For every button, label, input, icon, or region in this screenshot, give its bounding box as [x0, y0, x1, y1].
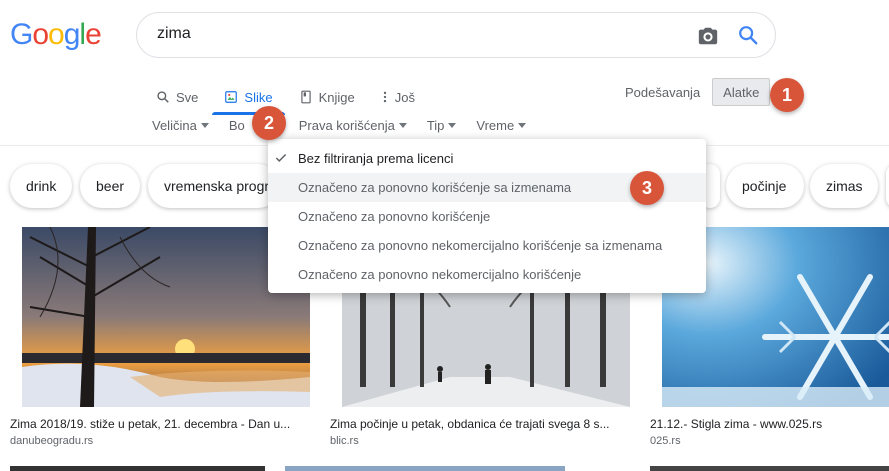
chip[interactable]: vremenska progr — [148, 164, 280, 208]
chip[interactable]: počinje — [726, 164, 804, 208]
search-tabs: Sve Slike Knjige Još — [156, 82, 441, 115]
search-icon — [157, 91, 169, 103]
result-caption[interactable]: Zima 2018/19. stiže u petak, 21. decembr… — [10, 417, 310, 431]
chip-label: drink — [26, 178, 57, 194]
color-filter[interactable]: Bo — [229, 118, 245, 133]
annotation-badge: 3 — [630, 171, 664, 205]
tab-knjige[interactable]: Knjige — [299, 82, 355, 112]
tools-toolbar: Veličina Bo Prava korišćenja Tip Vreme — [152, 118, 546, 133]
image-result[interactable]: Zima 2018/19. stiže u petak, 21. decembr… — [10, 227, 310, 447]
dropdown-item[interactable]: Označeno za ponovno korišćenje — [268, 202, 706, 231]
chip-label: zimas — [826, 178, 863, 194]
result-caption[interactable]: Zima počinje u petak, obdanica će trajat… — [330, 417, 630, 431]
settings-link[interactable]: Podešavanja — [625, 85, 700, 100]
filter-label: Vreme — [476, 118, 515, 133]
dropdown-item[interactable]: Označeno za ponovno nekomercijalno koriš… — [268, 260, 706, 289]
search-icon[interactable] — [737, 24, 759, 46]
logo-letter: g — [63, 18, 81, 51]
tab-sve[interactable]: Sve — [156, 82, 198, 112]
book-icon — [300, 90, 311, 104]
result-image[interactable] — [10, 227, 310, 407]
right-tools: Podešavanja Alatke — [625, 78, 771, 106]
caret-down-icon — [398, 123, 407, 128]
more-vert-icon — [383, 91, 386, 103]
chip[interactable]: zimas — [810, 164, 878, 208]
result-source[interactable]: 025.rs — [650, 435, 889, 447]
tab-label: Knjige — [318, 89, 355, 105]
chip-label: beer — [96, 178, 125, 194]
result-source[interactable]: blic.rs — [330, 435, 630, 447]
caret-down-icon — [448, 123, 457, 128]
dropdown-item-label: Bez filtriranja prema licenci — [298, 151, 454, 166]
usage-rights-filter[interactable]: Prava korišćenja — [299, 118, 407, 133]
filter-label: Veličina — [152, 118, 197, 133]
caret-down-icon — [518, 123, 527, 128]
chip[interactable]: drink — [10, 164, 72, 208]
logo-letter: o — [32, 18, 49, 51]
caret-down-icon — [200, 123, 209, 128]
dropdown-item-label: Označeno za ponovno nekomercijalno koriš… — [298, 267, 582, 282]
annotation-badge: 1 — [770, 78, 804, 112]
result-image[interactable] — [10, 466, 265, 471]
tab-label: Slike — [244, 89, 273, 105]
chip-label: počinje — [742, 178, 787, 194]
type-filter[interactable]: Tip — [427, 118, 457, 133]
logo-letter: o — [48, 18, 65, 51]
result-image[interactable] — [285, 466, 565, 471]
chip-label: vremenska progr — [164, 178, 270, 194]
camera-icon[interactable] — [697, 25, 719, 47]
chip[interactable]: beer — [80, 164, 140, 208]
result-source[interactable]: danubeogradu.rs — [10, 435, 310, 447]
tab-label: Još — [394, 89, 415, 105]
result-caption[interactable]: 21.12.- Stigla zima - www.025.rs — [650, 417, 889, 431]
result-image[interactable] — [650, 466, 889, 471]
filter-label: Tip — [426, 118, 445, 133]
size-filter[interactable]: Veličina — [152, 118, 209, 133]
dropdown-item-label: Označeno za ponovno nekomercijalno koriš… — [298, 238, 663, 253]
tab-label: Sve — [176, 89, 199, 105]
dropdown-item-label: Označeno za ponovno korišćenje sa izmena… — [298, 180, 572, 195]
filter-label: Bo — [228, 118, 245, 133]
time-filter[interactable]: Vreme — [476, 118, 527, 133]
tab-jos[interactable]: Još — [381, 82, 415, 112]
dropdown-item[interactable]: Bez filtriranja prema licenci — [268, 144, 706, 173]
usage-rights-dropdown: Bez filtriranja prema licenci Označeno z… — [268, 139, 706, 293]
tools-button[interactable]: Alatke — [712, 78, 771, 106]
check-icon — [275, 153, 287, 162]
image-icon — [225, 91, 238, 103]
search-input[interactable] — [157, 25, 677, 43]
annotation-badge: 2 — [252, 106, 286, 140]
dropdown-item[interactable]: Označeno za ponovno nekomercijalno koriš… — [268, 231, 706, 260]
search-box — [136, 12, 776, 58]
logo-letter: e — [85, 18, 102, 51]
dropdown-item-label: Označeno za ponovno korišćenje — [298, 209, 491, 224]
logo-letter: G — [10, 18, 33, 51]
google-logo[interactable]: Google — [10, 18, 102, 52]
filter-label: Prava korišćenja — [298, 118, 395, 133]
